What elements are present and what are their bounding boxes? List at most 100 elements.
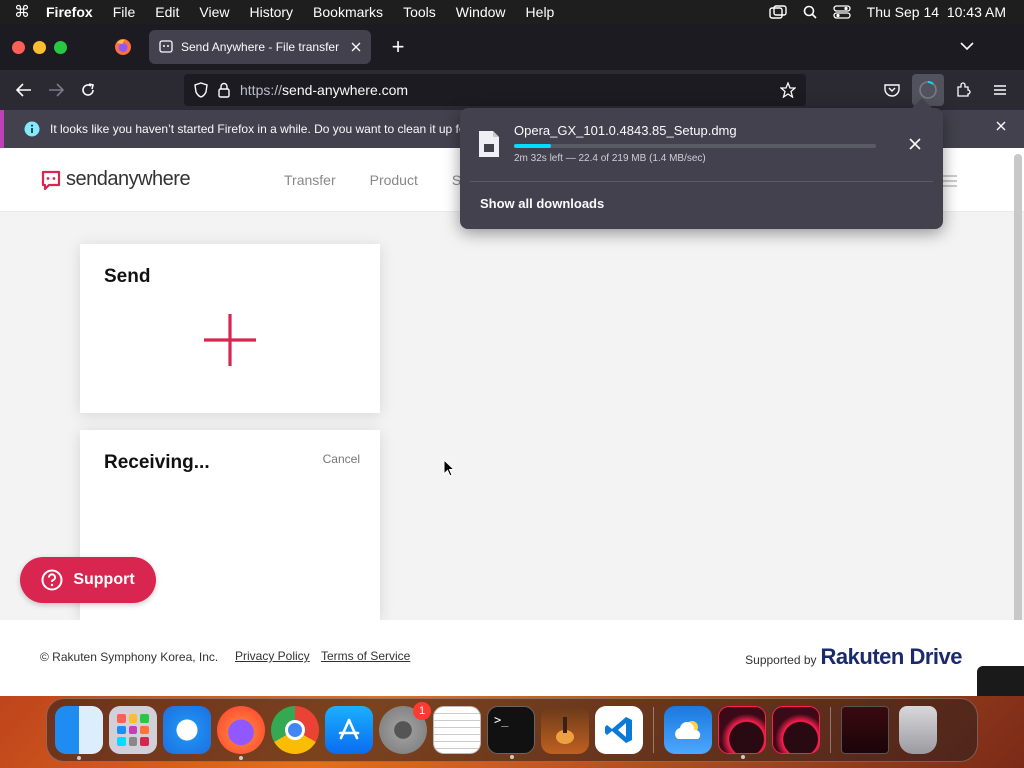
stage-manager-icon[interactable] xyxy=(768,5,787,19)
download-progress-bar xyxy=(514,144,876,148)
window-minimize-button[interactable] xyxy=(33,40,46,54)
plus-icon xyxy=(204,314,256,366)
tracking-protection-shield-icon[interactable] xyxy=(194,82,208,98)
window-controls xyxy=(0,40,67,54)
puzzle-piece-icon xyxy=(957,82,971,97)
web-page: sendanywhere Transfer Product Se Send Re… xyxy=(0,148,1024,696)
close-icon xyxy=(909,138,921,150)
support-label: Support xyxy=(73,571,135,588)
spotlight-search-icon[interactable] xyxy=(803,5,817,19)
app-menu-button[interactable] xyxy=(984,74,1016,106)
close-notification-icon[interactable] xyxy=(996,121,1006,131)
vscode-icon[interactable] xyxy=(595,706,643,754)
notification-text: It looks like you haven’t started Firefo… xyxy=(50,122,470,136)
macos-menu-bar: ⌘ Firefox File Edit View History Bookmar… xyxy=(0,0,1024,24)
chrome-icon[interactable] xyxy=(271,706,319,754)
send-anywhere-favicon-icon xyxy=(159,40,173,53)
menu-tools[interactable]: Tools xyxy=(393,4,446,20)
send-anywhere-logo[interactable]: sendanywhere xyxy=(40,168,191,191)
menu-bookmarks[interactable]: Bookmarks xyxy=(303,4,393,20)
apple-menu-icon[interactable]: ⌘ xyxy=(0,2,36,22)
send-anywhere-logo-icon xyxy=(41,170,61,190)
site-footer: © Rakuten Symphony Korea, Inc. Privacy P… xyxy=(0,620,1024,696)
pocket-icon xyxy=(884,84,900,97)
back-button[interactable] xyxy=(8,74,40,106)
textedit-icon[interactable] xyxy=(433,706,481,754)
menu-history[interactable]: History xyxy=(239,4,303,20)
show-all-downloads-button[interactable]: Show all downloads xyxy=(480,196,604,211)
control-center-icon[interactable] xyxy=(833,5,851,19)
lock-icon[interactable] xyxy=(218,82,230,98)
menu-window[interactable]: Window xyxy=(446,4,516,20)
reload-button[interactable] xyxy=(72,74,104,106)
opera-gx-app-icon[interactable] xyxy=(772,706,820,754)
background-window-edge xyxy=(977,666,1024,696)
window-close-button[interactable] xyxy=(12,40,25,54)
chevron-down-icon xyxy=(960,42,974,51)
reload-icon xyxy=(82,83,94,96)
settings-badge: 1 xyxy=(413,702,431,720)
trash-icon[interactable] xyxy=(899,706,937,754)
firefox-logo-icon xyxy=(115,39,131,55)
extensions-button[interactable] xyxy=(948,74,980,106)
rakuten-drive-logo: Rakuten Drive xyxy=(820,644,963,669)
tab-title: Send Anywhere - File transfer xyxy=(181,40,340,54)
terminal-icon[interactable]: >_ xyxy=(487,706,535,759)
download-status: 2m 32s left — 22.4 of 219 MB (1.4 MB/sec… xyxy=(514,153,706,164)
page-scrollbar[interactable] xyxy=(1014,154,1022,624)
system-settings-icon[interactable]: 1 xyxy=(379,702,431,754)
window-zoom-button[interactable] xyxy=(54,40,67,54)
menu-app-firefox[interactable]: Firefox xyxy=(36,4,103,20)
add-files-button[interactable] xyxy=(204,314,256,371)
launchpad-icon[interactable] xyxy=(109,706,157,754)
nav-transfer[interactable]: Transfer xyxy=(284,172,336,188)
tab-send-anywhere[interactable]: Send Anywhere - File transfer xyxy=(149,30,371,64)
pocket-button[interactable] xyxy=(876,74,908,106)
cancel-download-button[interactable] xyxy=(909,137,921,155)
bookmark-star-icon[interactable] xyxy=(780,82,796,98)
forward-button[interactable] xyxy=(40,74,72,106)
menu-edit[interactable]: Edit xyxy=(145,4,189,20)
copyright-text: © Rakuten Symphony Korea, Inc. xyxy=(40,650,219,664)
safari-icon[interactable] xyxy=(163,706,211,754)
menu-file[interactable]: File xyxy=(103,4,146,20)
hamburger-menu-icon xyxy=(994,85,1006,95)
file-icon xyxy=(478,130,500,163)
weather-icon[interactable] xyxy=(664,706,712,754)
downloads-button[interactable] xyxy=(912,74,944,106)
supported-by-label: Supported by xyxy=(745,653,817,667)
send-card: Send xyxy=(80,244,380,413)
downloads-stack-icon[interactable] xyxy=(841,706,889,754)
terms-of-service-link[interactable]: Terms of Service xyxy=(321,649,410,663)
support-button[interactable]: Support xyxy=(20,557,156,603)
menu-clock[interactable]: Thu Sep 14 10:43 AM xyxy=(867,4,1006,20)
close-tab-icon[interactable] xyxy=(351,42,361,52)
menu-view[interactable]: View xyxy=(189,4,239,20)
pinned-tab-firefox[interactable] xyxy=(103,30,143,64)
menu-help[interactable]: Help xyxy=(516,4,565,20)
privacy-policy-link[interactable]: Privacy Policy xyxy=(235,649,310,663)
firefox-window: Send Anywhere - File transfer + https://… xyxy=(0,24,1024,696)
terminal-prompt-icon: >_ xyxy=(494,713,509,727)
finder-icon[interactable] xyxy=(55,706,103,760)
garageband-icon[interactable] xyxy=(541,706,589,754)
url-bar[interactable]: https://send-anywhere.com xyxy=(184,74,806,106)
download-item[interactable]: Opera_GX_101.0.4843.85_Setup.dmg 2m 32s … xyxy=(460,108,943,180)
downloads-separator xyxy=(470,181,933,182)
mouse-cursor-icon xyxy=(443,459,455,477)
downloads-panel: Opera_GX_101.0.4843.85_Setup.dmg 2m 32s … xyxy=(460,108,943,229)
firefox-dock-icon[interactable] xyxy=(217,706,265,760)
site-navigation: Transfer Product Se xyxy=(284,172,469,188)
cancel-receive-button[interactable]: Cancel xyxy=(323,452,360,466)
macos-dock: 1 >_ xyxy=(46,698,978,762)
dock-separator xyxy=(830,707,831,753)
supported-by[interactable]: Supported by Rakuten Drive xyxy=(745,644,962,670)
nav-product[interactable]: Product xyxy=(370,172,418,188)
url-text[interactable]: https://send-anywhere.com xyxy=(240,82,770,98)
question-circle-icon xyxy=(41,569,63,591)
new-tab-button[interactable]: + xyxy=(383,34,413,60)
opera-gx-installer-icon[interactable] xyxy=(718,706,766,759)
list-all-tabs-button[interactable] xyxy=(960,38,974,56)
app-store-icon[interactable] xyxy=(325,706,373,754)
dock-separator xyxy=(653,707,654,753)
